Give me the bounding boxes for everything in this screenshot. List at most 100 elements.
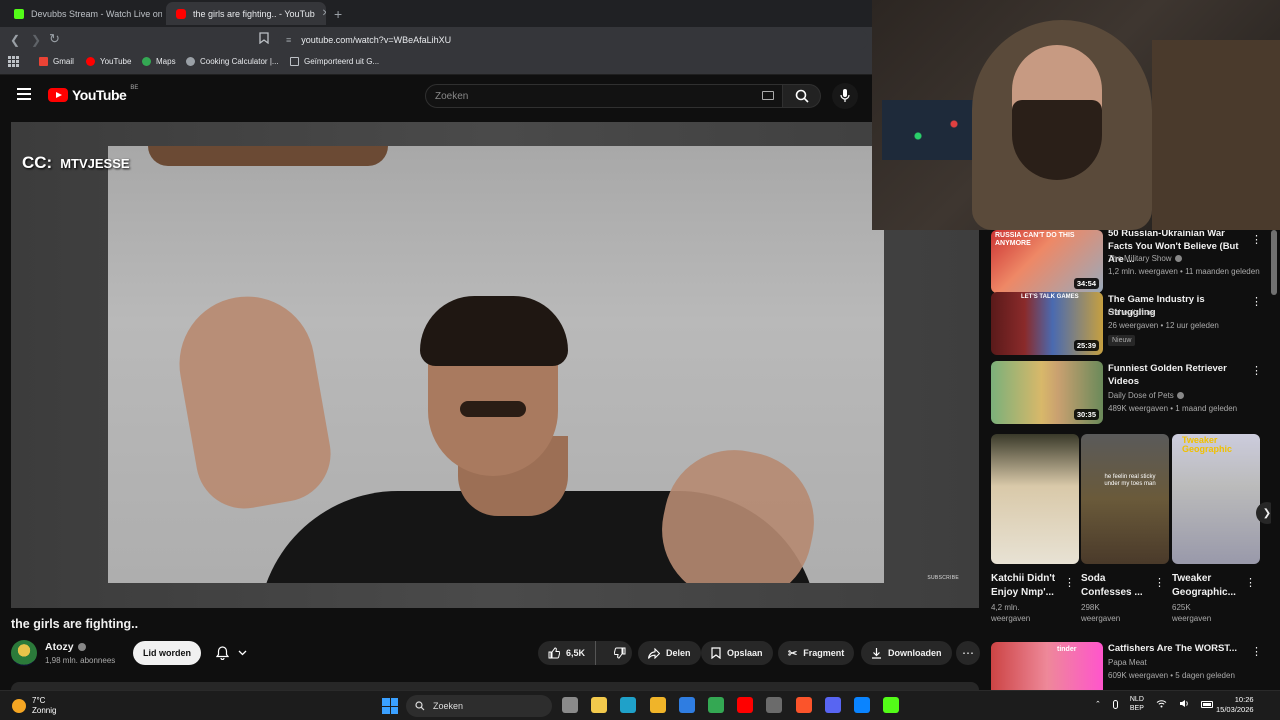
forward-arrow-icon[interactable]: ❯ — [31, 33, 41, 47]
calculator-app-icon[interactable] — [766, 697, 783, 713]
tab-title: the girls are fighting.. - YouTub — [193, 8, 315, 19]
discord-icon[interactable] — [824, 697, 841, 713]
brave-icon[interactable] — [795, 697, 812, 713]
task-view-icon[interactable] — [562, 697, 578, 713]
channel-name[interactable]: Daily Dose of Pets — [1108, 391, 1174, 400]
dislike-button[interactable] — [602, 641, 638, 665]
start-button[interactable] — [382, 698, 398, 714]
recommended-video[interactable]: RUSSIA CAN'T DO THIS ANYMORE 34:54 50 Ru… — [991, 230, 1262, 294]
channel-name[interactable]: Papa Meat — [1108, 658, 1147, 667]
tab-title: Devubbs Stream - Watch Live on — [31, 8, 162, 19]
close-tab-icon[interactable]: ✕ — [322, 8, 326, 19]
microphone-tray-icon[interactable] — [1112, 699, 1118, 709]
new-badge: Nieuw — [1108, 335, 1136, 346]
youtube-logo-icon — [48, 88, 68, 102]
back-arrow-icon[interactable]: ❮ — [10, 33, 20, 47]
channel-name[interactable]: Ohheyitsmax — [1108, 308, 1155, 317]
save-icon — [711, 647, 721, 659]
video-thumbnail[interactable]: tinder — [991, 642, 1103, 690]
video-duration: 25:39 — [1073, 340, 1099, 351]
battery-icon[interactable] — [1200, 700, 1213, 708]
tray-chevron-icon[interactable]: ⌃ — [1095, 700, 1101, 708]
subscribe-watermark[interactable]: SUBSCRIBE — [927, 575, 959, 581]
sidebar-scrollbar[interactable] — [1271, 230, 1277, 295]
short-video[interactable]: Tweaker Geographic Tweaker Geographic...… — [1172, 434, 1260, 624]
channel-name[interactable]: Atozy — [45, 641, 86, 653]
weather-widget[interactable]: 7°C Zonnig — [12, 696, 56, 716]
more-options-icon[interactable]: ⋮ — [1154, 576, 1165, 589]
video-meta: 609K weergaven • 5 dagen geleden — [1108, 671, 1235, 680]
video-title: the girls are fighting.. — [11, 617, 139, 631]
bookmark-youtube[interactable]: YouTube — [86, 57, 131, 66]
video-title: Funniest Golden Retriever Videos — [1108, 363, 1227, 387]
mail-icon[interactable] — [678, 697, 695, 713]
url-input[interactable]: ≡ youtube.com/watch?v=WBeAfaLihXU — [278, 30, 868, 50]
search-input[interactable]: Zoeken — [425, 84, 783, 108]
clip-button[interactable]: ✂ Fragment — [778, 641, 855, 665]
more-options-icon[interactable]: ⋮ — [1251, 364, 1262, 377]
language-indicator[interactable]: NLD BEP — [1130, 695, 1144, 713]
recommended-video[interactable]: LET'S TALK GAMES 25:39 The Game Industry… — [991, 292, 1262, 356]
description-box[interactable] — [11, 682, 979, 690]
chrome-icon[interactable] — [708, 697, 724, 713]
search-button[interactable] — [783, 84, 821, 108]
menu-icon[interactable] — [17, 88, 31, 100]
more-options-icon[interactable]: ⋮ — [1251, 645, 1262, 658]
youtube-logo[interactable]: YouTube BE — [48, 85, 138, 103]
short-video[interactable]: Katchii Didn't Enjoy Nmp'... 4,2 mln. we… — [991, 434, 1079, 624]
short-thumbnail[interactable]: Tweaker Geographic — [1172, 434, 1260, 564]
bookmark-gmail[interactable]: Gmail — [39, 57, 74, 66]
tab-devubbs[interactable]: Devubbs Stream - Watch Live on — [4, 2, 162, 25]
video-thumbnail[interactable]: LET'S TALK GAMES 25:39 — [991, 292, 1103, 355]
channel-name[interactable]: The Military Show — [1108, 254, 1172, 263]
shorts-next-button[interactable]: ❯ — [1256, 502, 1271, 524]
file-explorer-icon[interactable] — [649, 697, 666, 713]
folder-icon — [290, 57, 299, 66]
download-button[interactable]: Downloaden — [861, 641, 952, 665]
more-options-icon[interactable]: ⋮ — [1064, 576, 1075, 589]
youtube-app-icon[interactable] — [737, 697, 754, 713]
tab-youtube-video[interactable]: the girls are fighting.. - YouTub ✕ — [166, 2, 326, 25]
gmail-icon — [39, 57, 48, 66]
video-thumbnail[interactable]: 30:35 — [991, 361, 1103, 424]
recommended-video[interactable]: tinder Catfishers Are The WORST... Papa … — [991, 642, 1262, 690]
new-tab-button[interactable]: + — [334, 6, 342, 22]
short-thumbnail[interactable]: he feelin real sticky under my toes man — [1081, 434, 1169, 564]
video-player[interactable]: CC: MTVJESSE SUBSCRIBE — [11, 122, 979, 608]
video-thumbnail[interactable]: RUSSIA CAN'T DO THIS ANYMORE 34:54 — [991, 230, 1103, 293]
bookmark-cooking-calculator[interactable]: Cooking Calculator |... — [186, 57, 279, 66]
app-blue-icon[interactable] — [854, 697, 870, 713]
kick-icon[interactable] — [883, 697, 900, 713]
taskbar-search[interactable]: Zoeken — [406, 695, 552, 717]
site-info-icon[interactable]: ≡ — [286, 35, 291, 45]
bookmark-icon[interactable] — [259, 32, 269, 47]
notification-button[interactable] — [207, 641, 255, 665]
short-video[interactable]: he feelin real sticky under my toes man … — [1081, 434, 1169, 624]
more-options-icon[interactable]: ⋮ — [1245, 576, 1256, 589]
wifi-icon[interactable] — [1156, 699, 1167, 710]
keyboard-icon[interactable] — [762, 91, 774, 100]
system-clock[interactable]: 10:26 15/03/2026 — [1216, 695, 1254, 715]
more-actions-button[interactable]: ⋯ — [956, 641, 980, 665]
credit-name: MTVJESSE — [60, 156, 130, 171]
channel-avatar[interactable] — [11, 640, 37, 666]
calculator-icon — [186, 57, 195, 66]
join-button[interactable]: Lid worden — [133, 641, 201, 665]
voice-search-button[interactable] — [832, 83, 858, 109]
like-button[interactable]: 6,5K — [538, 641, 597, 665]
volume-icon[interactable] — [1179, 699, 1189, 710]
store-icon[interactable] — [591, 697, 608, 713]
subscriber-count: 1,98 mln. abonnees — [45, 656, 116, 665]
taskbar-search-label: Zoeken — [433, 701, 464, 711]
apps-grid-icon[interactable] — [8, 56, 19, 67]
share-button[interactable]: Delen — [638, 641, 701, 665]
bookmark-folder-imported[interactable]: Geïmporteerd uit G... — [290, 57, 379, 66]
bookmark-maps[interactable]: Maps — [142, 57, 176, 66]
short-thumbnail[interactable] — [991, 434, 1079, 564]
edge-icon[interactable] — [620, 697, 637, 713]
more-options-icon[interactable]: ⋮ — [1251, 233, 1262, 246]
save-button[interactable]: Opslaan — [701, 641, 773, 665]
more-options-icon[interactable]: ⋮ — [1251, 295, 1262, 308]
recommended-video[interactable]: 30:35 Funniest Golden Retriever Videos D… — [991, 361, 1262, 425]
reload-icon[interactable]: ↻ — [49, 31, 60, 47]
